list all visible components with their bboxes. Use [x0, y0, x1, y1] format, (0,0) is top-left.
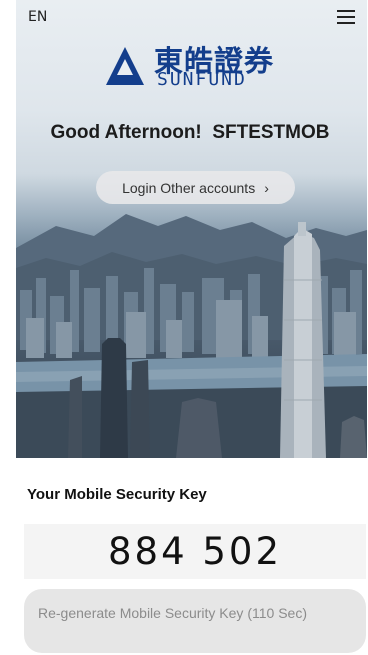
login-other-accounts-label: Login Other accounts — [122, 179, 256, 196]
hamburger-menu-icon[interactable] — [337, 10, 355, 24]
greeting-heading: Good Afternoon! SFTESTMOB — [0, 122, 368, 144]
brand-name-en: SUNFUND — [157, 69, 247, 90]
login-other-accounts-button[interactable]: Login Other accounts › — [96, 171, 295, 204]
greeting-username: SFTESTMOB — [212, 122, 330, 143]
sunfund-logo-icon — [106, 47, 144, 85]
regenerate-key-button[interactable]: Re-generate Mobile Security Key (110 Sec… — [24, 589, 366, 653]
security-key-code-box: 884 502 — [24, 524, 366, 579]
greeting-text: Good Afternoon! — [50, 122, 202, 143]
brand-logo: 東皓證券 SUNFUND — [100, 38, 300, 94]
chevron-right-icon: › — [264, 179, 269, 196]
security-key-title: Your Mobile Security Key — [27, 486, 207, 503]
language-toggle[interactable]: EN — [28, 9, 47, 25]
security-key-code: 884 502 — [107, 530, 282, 573]
